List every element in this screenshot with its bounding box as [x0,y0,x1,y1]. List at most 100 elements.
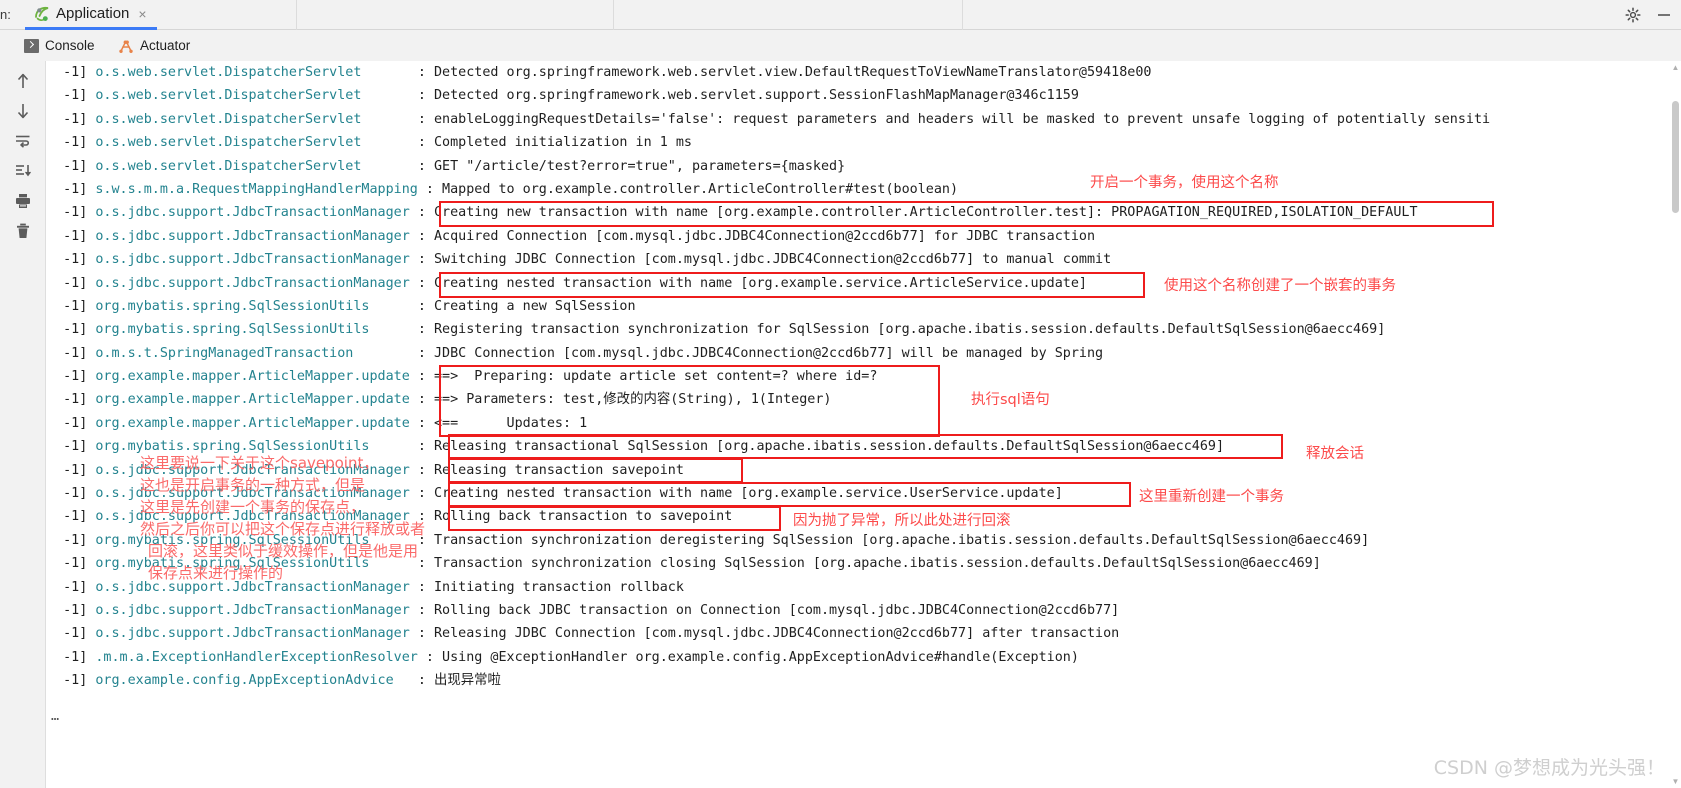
tab-console[interactable]: Console [18,33,101,58]
log-logger-name: o.s.jdbc.support.JdbcTransactionManager [95,509,410,525]
log-message: GET "/article/test?error=true", paramete… [433,158,846,174]
run-tab-application[interactable]: Application × [25,0,157,30]
log-thread: -1] [47,205,96,221]
log-logger-name: o.s.jdbc.support.JdbcTransactionManager [95,252,410,268]
log-message: Completed initialization in 1 ms [433,135,692,151]
log-message: 出现异常啦 [433,673,501,689]
log-thread: -1] [47,88,96,104]
log-separator: : [409,556,434,572]
log-separator: : [409,509,434,525]
log-line: -1] org.mybatis.spring.SqlSessionUtils :… [47,295,1490,318]
log-message: Transaction synchronization closing SqlS… [433,556,1321,572]
gear-icon[interactable] [1624,6,1642,24]
tab-actuator[interactable]: Actuator [112,33,196,58]
log-thread: -1] [47,462,96,478]
log-line: -1] o.s.jdbc.support.JdbcTransactionMana… [47,622,1490,645]
log-message: Acquired Connection [com.mysql.jdbc.JDBC… [433,228,1096,244]
trash-icon-button[interactable] [11,219,35,243]
spring-boot-icon [33,5,51,23]
run-tab-label: Application [56,5,130,22]
log-separator: : [409,88,434,104]
log-thread: -1] [47,369,96,385]
log-trailing-text: … [51,709,60,724]
log-line: -1] o.s.jdbc.support.JdbcTransactionMana… [47,576,1490,599]
log-logger-name: o.s.jdbc.support.JdbcTransactionManager [95,462,410,478]
scrollbar-up-arrow-icon[interactable]: ▲ [1671,63,1680,72]
log-separator: : [409,415,434,431]
header-divider [962,0,963,30]
log-logger-name: o.s.jdbc.support.JdbcTransactionManager [95,579,410,595]
log-separator: : [409,392,434,408]
log-logger-name: o.s.web.servlet.DispatcherServlet [95,65,410,80]
log-separator: : [417,649,443,665]
log-line: -1] org.mybatis.spring.SqlSessionUtils :… [47,435,1490,458]
watermark: CSDN @梦想成为光头强！ [1433,757,1665,779]
scroll-down-button[interactable] [11,99,35,123]
log-thread: -1] [47,322,96,338]
log-line: -1] o.s.jdbc.support.JdbcTransactionMana… [47,482,1490,505]
log-line: -1] o.s.web.servlet.DispatcherServlet : … [47,61,1490,84]
log-line: -1] org.example.mapper.ArticleMapper.upd… [47,412,1490,435]
console-sub-toolbar: Console Actuator [0,30,1681,61]
log-separator: : [409,275,434,291]
scrollbar-down-arrow-icon[interactable]: ▼ [1671,777,1680,786]
log-message: <== Updates: 1 [433,415,588,431]
log-thread: -1] [47,135,96,151]
log-line: -1] s.w.s.m.m.a.RequestMappingHandlerMap… [47,178,1490,201]
log-separator: : [409,532,434,548]
console-vertical-scrollbar[interactable]: ▲ ▼ [1670,61,1681,788]
log-logger-name: o.s.web.servlet.DispatcherServlet [95,111,410,127]
soft-wrap-icon-button[interactable] [11,129,35,153]
log-logger-name: o.s.jdbc.support.JdbcTransactionManager [95,205,410,221]
log-separator: : [409,158,434,174]
log-thread: -1] [47,298,96,314]
minimize-icon[interactable] [1655,6,1673,24]
scroll-to-end-button[interactable] [11,159,35,183]
tab-console-label: Console [45,38,95,53]
log-logger-name: org.mybatis.spring.SqlSessionUtils [95,556,410,572]
log-logger-name: s.w.s.m.m.a.RequestMappingHandlerMapping [95,181,418,197]
console-output-panel[interactable]: -1] o.s.web.servlet.DispatcherServlet : … [47,61,1681,788]
log-message: Registering transaction synchronization … [433,322,1386,338]
scroll-up-button[interactable] [11,69,35,93]
log-thread: -1] [47,626,96,642]
log-separator: : [409,228,434,244]
log-line-list: -1] o.s.web.servlet.DispatcherServlet : … [47,61,1490,693]
log-message: Detected org.springframework.web.servlet… [433,65,1152,80]
printer-icon-button[interactable] [11,189,35,213]
log-message: Rolling back transaction to savepoint [433,509,733,525]
log-message: Releasing JDBC Connection [com.mysql.jdb… [433,626,1120,642]
log-line: -1] o.s.jdbc.support.JdbcTransactionMana… [47,225,1490,248]
log-logger-name: o.s.web.servlet.DispatcherServlet [95,158,410,174]
console-icon [24,38,39,53]
log-separator: : [409,111,434,127]
log-logger-name: o.s.web.servlet.DispatcherServlet [95,88,410,104]
log-message: Switching JDBC Connection [com.mysql.jdb… [433,252,1112,268]
log-message: ==> Preparing: update article set conten… [433,369,878,385]
log-separator: : [409,65,434,80]
log-thread: -1] [47,65,96,80]
log-line: -1] o.s.jdbc.support.JdbcTransactionMana… [47,505,1490,528]
log-message: Initiating transaction rollback [433,579,684,595]
log-thread: -1] [47,649,96,665]
log-message: Releasing transaction savepoint [433,462,684,478]
log-logger-name: o.s.jdbc.support.JdbcTransactionManager [95,486,410,502]
log-logger-name: .m.m.a.ExceptionHandlerExceptionResolver [95,649,418,665]
log-thread: -1] [47,439,96,455]
log-separator: : [409,135,434,151]
log-logger-name: org.example.mapper.ArticleMapper.update [95,369,410,385]
log-separator: : [409,345,434,361]
header-right-controls [1624,0,1673,30]
log-thread: -1] [47,486,96,502]
log-line: -1] o.s.jdbc.support.JdbcTransactionMana… [47,599,1490,622]
log-message: Creating a new SqlSession [433,298,636,314]
log-separator: : [409,322,434,338]
log-line: -1] .m.m.a.ExceptionHandlerExceptionReso… [47,646,1490,669]
log-separator: : [409,205,434,221]
scrollbar-thumb[interactable] [1672,101,1679,213]
log-thread: -1] [47,509,96,525]
close-icon[interactable]: × [138,7,146,21]
log-separator: : [409,579,434,595]
log-logger-name: o.s.jdbc.support.JdbcTransactionManager [95,275,410,291]
log-line: -1] o.m.s.t.SpringManagedTransaction : J… [47,342,1490,365]
